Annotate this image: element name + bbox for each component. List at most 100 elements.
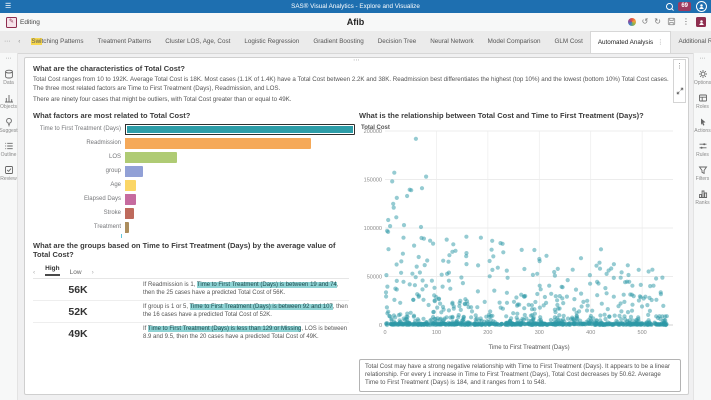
filters-icon — [698, 166, 707, 175]
sidebar-item-filters[interactable]: Filters — [694, 165, 711, 182]
rule-condition-highlight: Time to First Treatment (Days) is betwee… — [196, 282, 337, 288]
sidebar-item-label: Actions — [694, 128, 711, 134]
tab-gradient-boosting[interactable]: Gradient Boosting — [306, 31, 370, 53]
tab-glm-cost[interactable]: GLM Cost — [547, 31, 589, 53]
rail-overflow-icon[interactable]: ⋯ — [0, 55, 17, 62]
rule-text: If group is 1 or 5, Time to First Treatm… — [143, 304, 348, 318]
svg-text:100000: 100000 — [364, 226, 382, 232]
sidebar-item-outline[interactable]: Outline — [0, 141, 17, 158]
more-options-icon[interactable]: ⋮ — [682, 17, 690, 27]
data-icon — [4, 69, 13, 79]
tab-switching-patterns[interactable]: Switching Patterns — [24, 31, 90, 53]
svg-text:0: 0 — [379, 323, 382, 329]
object-drag-handle-icon[interactable]: ⋯ — [353, 56, 360, 64]
notification-badge[interactable]: 69 — [678, 2, 691, 11]
outline-icon — [4, 142, 13, 150]
scatter-svg: Total Cost0500001000001500002000000 100 20… — [361, 125, 673, 351]
svg-text:200: 200 — [483, 330, 492, 336]
scatter-points[interactable] — [383, 136, 669, 328]
tab-treatment-patterns[interactable]: Treatment Patterns — [91, 31, 159, 53]
objects-icon — [4, 95, 13, 103]
tab-scroll-left-icon[interactable]: ‹ — [14, 31, 24, 53]
tab-overflow-left-icon[interactable]: ⋯ — [0, 31, 14, 53]
scatter-plot[interactable]: Total Cost 0 50000 100000 150000 200000 0 100 20… — [359, 121, 681, 353]
sidebar-item-label: Options — [693, 80, 711, 86]
factor-bar-elapsed-days[interactable] — [125, 193, 136, 205]
sidebar-item-data[interactable]: Data — [0, 69, 17, 86]
svg-text:0: 0 — [383, 330, 386, 336]
undo-icon[interactable]: ↺ — [642, 17, 649, 27]
factor-label: Time to First Treatment (Days) — [39, 126, 121, 132]
sidebar-item-label: Outline — [0, 152, 17, 158]
rule-condition-highlight: Time to First Treatment (Days) is less t… — [147, 326, 302, 332]
factors-bar-chart[interactable]: Time to First Treatment (Days) Readmissio… — [33, 122, 355, 234]
tab-model-comparison[interactable]: Model Comparison — [481, 31, 548, 53]
groups-tab-bar: ‹ High Low › — [33, 265, 94, 276]
factor-row-age: Age — [33, 178, 355, 192]
rule-row[interactable]: 52K If group is 1 or 5, Time to First Tre… — [33, 301, 349, 323]
app-title: SAS® Visual Analytics - Explore and Visu… — [291, 3, 420, 10]
tab-menu-icon[interactable]: ⋮ — [657, 39, 663, 46]
svg-text:300: 300 — [535, 330, 544, 336]
sidebar-item-review[interactable]: Review — [0, 165, 17, 182]
factor-label: Readmission — [86, 140, 121, 146]
report-title: Afib — [346, 17, 365, 27]
outliers-note: There are ninety four cases that might b… — [33, 96, 292, 103]
question-groups: What are the groups based on Time to Fir… — [33, 241, 336, 259]
sidebar-item-actions[interactable]: Actions — [694, 117, 711, 134]
sidebar-item-label: Objects — [0, 104, 17, 110]
question-factors: What factors are most related to Total C… — [33, 111, 191, 120]
svg-text:50000: 50000 — [367, 275, 382, 281]
factor-row-readmission: Readmission — [33, 136, 355, 150]
rule-predicted-value: 52K — [68, 306, 88, 318]
tab-decision-tree[interactable]: Decision Tree — [371, 31, 424, 53]
actions-icon — [700, 118, 705, 126]
factor-bar-treatment[interactable] — [125, 221, 129, 233]
redo-icon[interactable]: ↻ — [654, 17, 661, 27]
tab-neural-network[interactable]: Neural Network — [423, 31, 480, 53]
maximize-icon[interactable] — [676, 82, 684, 100]
object-menu-icon[interactable]: ⋮ — [676, 62, 683, 70]
review-icon — [4, 166, 13, 174]
save-icon[interactable] — [667, 13, 676, 31]
theme-palette-icon[interactable] — [627, 18, 636, 26]
tab-automated-analysis[interactable]: Automated Analysis ⋮ — [589, 31, 672, 53]
factor-bar-time-to-first-treatment-days[interactable] — [125, 123, 355, 135]
question-characteristics: What are the characteristics of Total Co… — [33, 64, 185, 73]
groups-tab-low[interactable]: Low — [70, 269, 82, 276]
factor-label: Treatment — [93, 224, 121, 230]
factor-bar-group[interactable] — [125, 165, 143, 177]
profile-icon[interactable] — [696, 17, 706, 27]
rule-row[interactable]: 49K If Time to First Treatment (Days) is … — [33, 323, 349, 344]
sidebar-item-ranks[interactable]: Ranks — [694, 189, 711, 206]
automated-analysis-object[interactable]: ⋯ ⋮ What are the characteristics of Tota… — [24, 57, 689, 395]
user-avatar-icon[interactable] — [696, 1, 707, 12]
rail-overflow-icon[interactable]: ⋯ — [694, 55, 711, 62]
sidebar-item-rules[interactable]: Rules — [694, 141, 711, 158]
object-toolbar: ⋮ — [673, 59, 686, 103]
svg-text:150000: 150000 — [364, 178, 382, 184]
sidebar-item-objects[interactable]: Objects — [0, 93, 17, 110]
rule-text: If Readmission is 1, Time to First Treat… — [143, 282, 339, 296]
rule-predicted-value: 56K — [68, 284, 88, 296]
factor-bar-los[interactable] — [125, 151, 177, 163]
groups-tab-high[interactable]: High — [45, 265, 60, 276]
groups-prev-icon[interactable]: ‹ — [33, 269, 35, 276]
factor-bar-readmission[interactable] — [125, 137, 312, 149]
report-toolbar: ✎ Editing Afib ↺ ↻ ⋮ — [0, 13, 711, 31]
tab-logistic-regression[interactable]: Logistic Regression — [237, 31, 306, 53]
sidebar-item-roles[interactable]: Roles — [694, 93, 711, 110]
group-rules-list: 56K If Readmission is 1, Time to First Tr… — [33, 279, 349, 344]
search-icon[interactable] — [666, 3, 674, 10]
factor-bar-age[interactable] — [125, 179, 137, 191]
svg-text:100: 100 — [432, 330, 441, 336]
rule-row[interactable]: 56K If Readmission is 1, Time to First Tr… — [33, 279, 349, 301]
sidebar-item-label: Rules — [696, 152, 709, 158]
sidebar-item-options[interactable]: Options — [694, 69, 711, 86]
groups-next-icon[interactable]: › — [92, 269, 94, 276]
tab-cluster-los-age-cost[interactable]: Cluster LOS, Age, Cost — [158, 31, 237, 53]
question-relationship: What is the relationship between Total C… — [359, 111, 644, 120]
sidebar-item-suggest[interactable]: Suggest — [0, 117, 18, 134]
factor-bar-stroke[interactable] — [125, 207, 134, 219]
tab-additional-reports[interactable]: Additional Reports — [671, 31, 711, 53]
